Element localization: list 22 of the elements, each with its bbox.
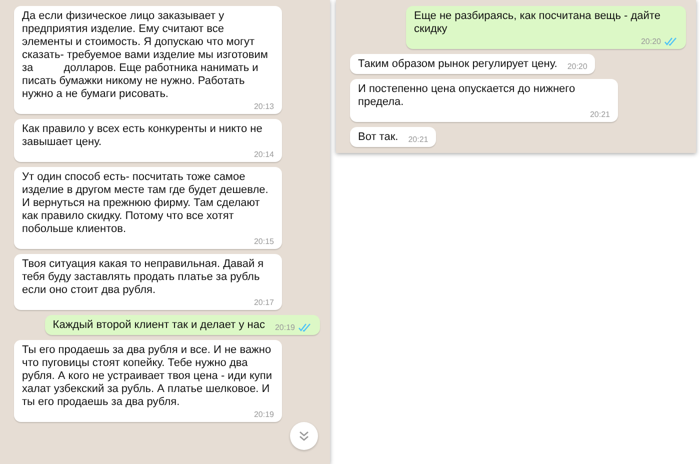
message-time: 20:19 bbox=[254, 410, 274, 418]
message-time: 20:14 bbox=[254, 150, 274, 158]
message-time: 20:20 bbox=[567, 62, 588, 70]
message-time: 20:21 bbox=[408, 134, 428, 144]
double-chevron-down-icon bbox=[298, 430, 310, 442]
message-text: Да если физическое лицо заказывает у предприятия изделие. Ему считают все элементы и стоимость. Я допускаю что могут сказать- требуемое вами изделие мы изготовим за долларов. Еще работника нанимать и писать бумажки никому не нужно. Работать нужно а не бумаги рисовать. bbox=[22, 10, 269, 101]
message-text: Как правило у всех есть конкуренты и никто не завышает цену. bbox=[22, 123, 264, 149]
message-time: 20:21 bbox=[590, 110, 610, 118]
message-text: Твоя ситуация какая то неправильная. Давай я тебя буду заставлять продать платье за рубль если оно стоит два рубля. bbox=[22, 258, 265, 297]
message-text: Вот так. bbox=[358, 131, 398, 144]
message-text: И постепенно цена опускается до нижнего предела. bbox=[358, 83, 576, 109]
message-time: 20:17 bbox=[254, 298, 274, 306]
message-text: Еще не разбираясь, как посчитана вещь - дайте скидку bbox=[414, 10, 662, 36]
message-time: 20:19 bbox=[274, 322, 295, 332]
message-time: 20:13 bbox=[254, 102, 274, 110]
message-text: Каждый второй клиент так и делает у нас bbox=[52, 319, 265, 332]
message-text: Таким образом рынок регулирует цену. bbox=[358, 58, 558, 71]
message-time: 20:15 bbox=[254, 236, 274, 246]
message-text: Ут один способ есть- посчитать тоже самое изделие в другом месте там где будет дешевле. И вернуться на прежнюю фирму. Там сделают как правило скидку. Потому что все хотят побольше клиентов. bbox=[22, 171, 270, 236]
scroll-down-button[interactable] bbox=[290, 422, 318, 450]
message-time: 20:20 bbox=[640, 36, 661, 46]
message-text: Ты его продаешь за два рубля и все. И не важно что пуговицы стоят копейку. Тебе нужно два рубля. А кого не устраивает твоя цена - иди купи халат узбекский за рубль. А платье шелковое. И ты его продаешь за два рубля. bbox=[22, 344, 273, 409]
